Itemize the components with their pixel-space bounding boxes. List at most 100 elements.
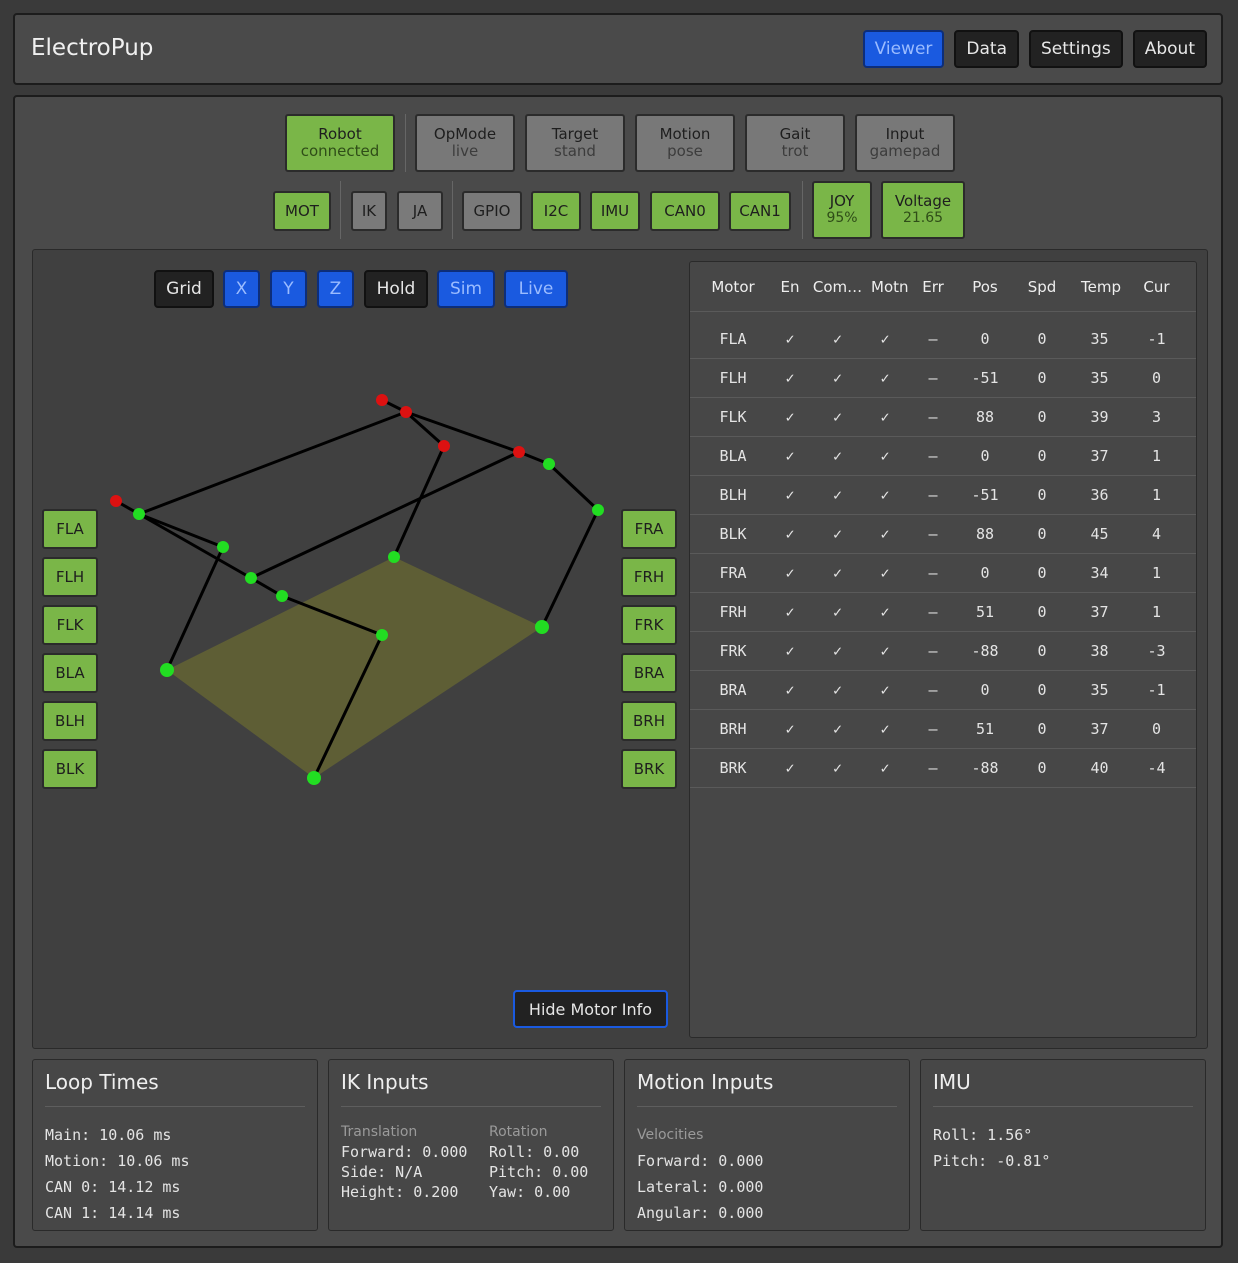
cell-enabled: ✓: [785, 369, 795, 387]
motor-button-flk[interactable]: FLK: [42, 605, 98, 645]
cell-speed: 0: [1037, 759, 1047, 777]
rotation-pitch: Pitch: 0.00: [489, 1163, 589, 1181]
cell-speed: 0: [1037, 720, 1047, 738]
live-toggle[interactable]: Live: [504, 270, 568, 308]
robot-link: [138, 512, 224, 549]
imu-title: IMU: [933, 1070, 971, 1094]
motor-button-frh[interactable]: FRH: [621, 557, 677, 597]
cell-comm: ✓: [832, 447, 843, 465]
joint-marker: [400, 406, 412, 418]
gait-status-value: trot: [781, 142, 809, 160]
cell-comm: ✓: [832, 486, 843, 504]
cell-enabled: ✓: [785, 486, 795, 504]
motor-row-frh: FRH ✓ ✓ ✓ – 51 0 37 1: [690, 593, 1196, 632]
motor-row-brk: BRK ✓ ✓ ✓ – -88 0 40 -4: [690, 749, 1196, 788]
joy-value: 95%: [826, 210, 858, 226]
joint-marker: [535, 620, 549, 634]
motor-row-bra: BRA ✓ ✓ ✓ – 0 0 35 -1: [690, 671, 1196, 710]
motor-button-fla[interactable]: FLA: [42, 509, 98, 549]
cell-comm: ✓: [832, 564, 843, 582]
robot-3d-scene[interactable]: [33, 250, 689, 1050]
cell-motor: FLA: [719, 330, 747, 348]
loop-times-title: Loop Times: [45, 1070, 159, 1094]
joint-marker: [376, 394, 388, 406]
imu-roll: Roll: 1.56°: [933, 1126, 1033, 1144]
joint-marker: [245, 572, 257, 584]
motion-inputs-panel: Motion Inputs Velocities Forward: 0.000 …: [624, 1059, 910, 1231]
motion-status-label: Motion: [659, 125, 711, 143]
cell-position: 0: [980, 330, 990, 348]
cell-motion: ✓: [880, 408, 890, 426]
main-panel: Robot connected OpMode live Target stand…: [13, 95, 1223, 1248]
robot-link: [250, 450, 520, 580]
input-status-label: Input: [885, 125, 925, 143]
cell-current: 0: [1151, 369, 1162, 387]
motor-button-bla[interactable]: BLA: [42, 653, 98, 693]
motor-button-blk[interactable]: BLK: [42, 749, 98, 789]
cell-error: –: [928, 447, 938, 465]
translation-forward: Forward: 0.000: [341, 1143, 468, 1161]
cell-current: 1: [1151, 603, 1162, 621]
cell-temperature: 35: [1090, 330, 1109, 348]
cell-motor: BRH: [719, 720, 747, 738]
velocities-label: Velocities: [637, 1127, 704, 1143]
motor-button-frk[interactable]: FRK: [621, 605, 677, 645]
status-divider: [405, 114, 406, 172]
motor-button-bra[interactable]: BRA: [621, 653, 677, 693]
cell-motor: BLK: [719, 525, 747, 543]
imu-panel: IMU Roll: 1.56° Pitch: -0.81°: [920, 1059, 1206, 1231]
hold-toggle[interactable]: Hold: [364, 270, 428, 308]
velocity-forward: Forward: 0.000: [637, 1152, 764, 1170]
cell-motion: ✓: [880, 486, 890, 504]
cell-current: -4: [1147, 759, 1166, 777]
rotation-label: Rotation: [489, 1124, 548, 1140]
nav-viewer-button[interactable]: Viewer: [862, 30, 945, 68]
hide-motor-info-button[interactable]: Hide Motor Info: [513, 990, 668, 1028]
motor-button-blh[interactable]: BLH: [42, 701, 98, 741]
motor-row-fra: FRA ✓ ✓ ✓ – 0 0 34 1: [690, 554, 1196, 593]
cell-motion: ✓: [880, 681, 890, 699]
cell-current: -1: [1147, 681, 1166, 699]
translation-side: Side: N/A: [341, 1163, 423, 1181]
input-status-value: gamepad: [869, 142, 941, 160]
nav-data-button[interactable]: Data: [954, 30, 1019, 68]
joint-marker: [307, 771, 321, 785]
nav-settings-button[interactable]: Settings: [1029, 30, 1123, 68]
cell-error: –: [928, 408, 938, 426]
cell-motor: BRK: [719, 759, 747, 777]
cell-temperature: 37: [1090, 720, 1109, 738]
cell-enabled: ✓: [785, 603, 795, 621]
motor-button-flh[interactable]: FLH: [42, 557, 98, 597]
velocities-group: Velocities Forward: 0.000 Lateral: 0.000…: [637, 1122, 763, 1226]
voltage-chip: Voltage 21.65: [881, 181, 965, 239]
robot-link: [138, 512, 252, 580]
grid-toggle[interactable]: Grid: [154, 270, 214, 308]
robot-link: [405, 410, 520, 454]
cell-error: –: [928, 369, 938, 387]
cell-temperature: 34: [1090, 564, 1109, 582]
chip-divider: [452, 181, 453, 239]
cell-position: 0: [980, 447, 990, 465]
nav-about-button[interactable]: About: [1132, 30, 1207, 68]
cell-temperature: 35: [1090, 369, 1109, 387]
ik-chip: IK: [351, 191, 387, 231]
cell-motor: BLH: [719, 486, 747, 504]
sim-toggle[interactable]: Sim: [437, 270, 495, 308]
x-axis-toggle[interactable]: X: [223, 270, 260, 308]
z-axis-toggle[interactable]: Z: [317, 270, 354, 308]
cell-speed: 0: [1037, 447, 1047, 465]
cell-current: 1: [1151, 486, 1162, 504]
cell-motion: ✓: [880, 759, 890, 777]
motor-row-flh: FLH ✓ ✓ ✓ – -51 0 35 0: [690, 359, 1196, 398]
cell-speed: 0: [1037, 681, 1047, 699]
loop-time-motion: Motion: 10.06 ms: [45, 1152, 190, 1170]
motor-button-fra[interactable]: FRA: [621, 509, 677, 549]
motor-button-brh[interactable]: BRH: [621, 701, 677, 741]
cell-motion: ✓: [880, 330, 890, 348]
y-axis-toggle[interactable]: Y: [270, 270, 307, 308]
motor-button-brk[interactable]: BRK: [621, 749, 677, 789]
cell-temperature: 35: [1090, 681, 1109, 699]
cell-enabled: ✓: [785, 447, 795, 465]
cell-error: –: [928, 486, 938, 504]
ground-plane: [167, 557, 542, 778]
